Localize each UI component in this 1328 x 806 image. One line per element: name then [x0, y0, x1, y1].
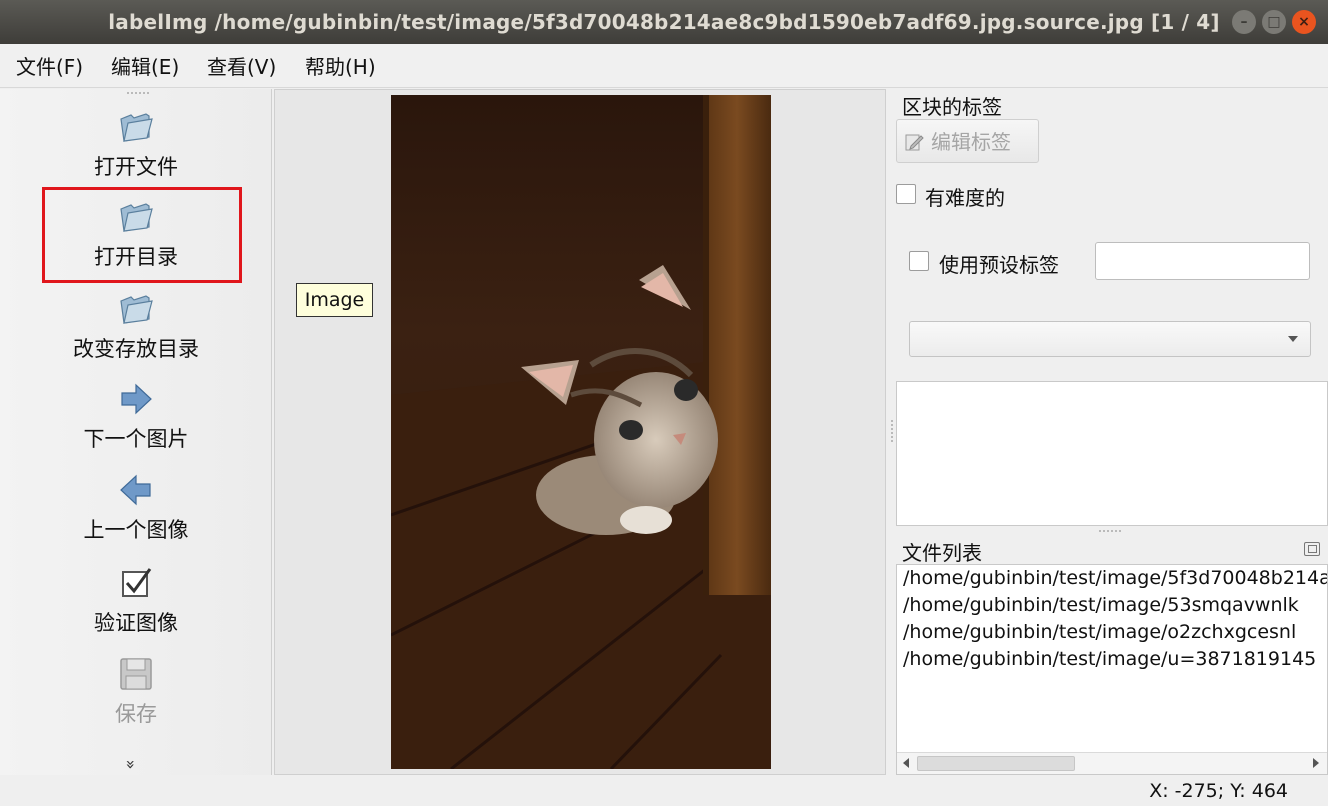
difficult-checkbox[interactable] [896, 184, 916, 204]
save-disk-icon [120, 658, 152, 690]
use-default-label-text: 使用预设标签 [939, 253, 1059, 277]
image-canvas[interactable] [274, 89, 886, 775]
scrollbar-thumb[interactable] [917, 756, 1075, 771]
toolbar-overflow-icon[interactable]: » [121, 760, 140, 770]
scroll-right-icon[interactable] [1313, 758, 1319, 768]
menu-file[interactable]: 文件(F) [16, 44, 83, 88]
file-list-item[interactable]: /home/gubinbin/test/image/u=3871819145 [897, 646, 1327, 673]
label-combo-box[interactable] [909, 321, 1311, 357]
edit-label-text: 编辑标签 [931, 130, 1011, 154]
dock-float-icon[interactable] [1304, 542, 1320, 556]
use-default-label-checkbox[interactable] [909, 251, 929, 271]
file-list-scrollbar[interactable] [897, 752, 1327, 774]
save-button[interactable]: 保存 [0, 654, 272, 728]
arrow-left-icon [120, 474, 151, 506]
title-bar: labelImg /home/gubinbin/test/image/5f3d7… [0, 0, 1328, 44]
dock-splitter-handle[interactable] [1098, 529, 1122, 533]
close-button[interactable]: × [1292, 10, 1316, 34]
menu-help[interactable]: 帮助(H) [305, 44, 376, 88]
menu-view[interactable]: 查看(V) [207, 44, 276, 88]
annotation-highlight-box [42, 187, 242, 283]
prev-image-label: 上一个图像 [83, 518, 189, 542]
right-dock: 区块的标签 编辑标签 有难度的 使用预设标签 文件列表 /home/gubinb… [888, 89, 1328, 775]
prev-image-button[interactable]: 上一个图像 [0, 470, 272, 544]
verify-image-label: 验证图像 [94, 611, 178, 635]
verify-image-button[interactable]: 验证图像 [0, 563, 272, 637]
status-bar: X: -275; Y: 464 [0, 776, 1328, 806]
window-title: labelImg /home/gubinbin/test/image/5f3d7… [108, 10, 1220, 34]
label-list[interactable] [896, 381, 1328, 526]
open-folder-icon [120, 295, 153, 324]
default-label-input[interactable] [1095, 242, 1310, 280]
chevron-down-icon [1288, 336, 1298, 342]
minimize-button[interactable]: – [1232, 10, 1256, 34]
change-save-dir-button[interactable]: 改变存放目录 [0, 289, 272, 363]
file-list-title: 文件列表 [902, 541, 982, 565]
arrow-right-icon [121, 383, 152, 415]
edit-pencil-icon [905, 134, 924, 151]
open-file-label: 打开文件 [94, 155, 178, 179]
vertical-splitter-handle[interactable] [890, 419, 894, 443]
next-image-label: 下一个图片 [83, 427, 189, 451]
open-file-button[interactable]: 打开文件 [0, 107, 272, 181]
change-save-dir-label: 改变存放目录 [73, 337, 199, 361]
save-label: 保存 [115, 702, 157, 726]
file-list-item[interactable]: /home/gubinbin/test/image/5f3d70048b214a… [897, 565, 1327, 592]
open-folder-icon [120, 113, 153, 142]
edit-label-button[interactable]: 编辑标签 [896, 119, 1039, 163]
maximize-button[interactable]: □ [1262, 10, 1286, 34]
scroll-left-icon[interactable] [903, 758, 909, 768]
file-list[interactable]: /home/gubinbin/test/image/5f3d70048b214a… [896, 564, 1328, 775]
menu-edit[interactable]: 编辑(E) [111, 44, 179, 88]
cursor-coordinates: X: -275; Y: 464 [1149, 780, 1288, 802]
next-image-button[interactable]: 下一个图片 [0, 379, 272, 453]
checkbox-verify-icon [122, 568, 152, 597]
file-list-item[interactable]: /home/gubinbin/test/image/o2zchxgcesnl [897, 619, 1327, 646]
toolbar-grip[interactable] [126, 91, 150, 96]
image-tooltip: Image [296, 283, 373, 317]
kitten-photo[interactable] [391, 95, 771, 769]
file-list-item[interactable]: /home/gubinbin/test/image/53smqavwnlk [897, 592, 1327, 619]
difficult-label: 有难度的 [925, 186, 1005, 210]
menu-bar: 文件(F) 编辑(E) 查看(V) 帮助(H) [0, 44, 1328, 88]
block-label-title: 区块的标签 [902, 95, 1002, 119]
